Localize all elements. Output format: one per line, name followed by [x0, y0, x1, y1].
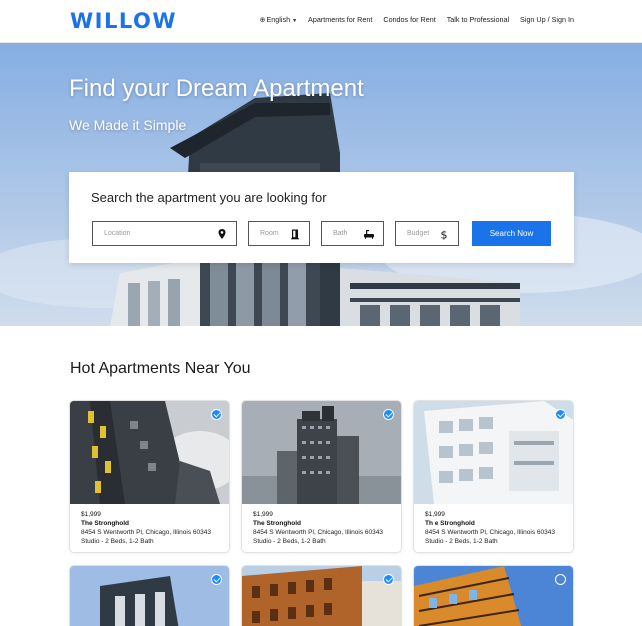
listing-name: The Stronghold [81, 520, 130, 527]
nav-condos-for-rent[interactable]: Condos for Rent [383, 15, 435, 24]
hero-banner: Find your Dream Apartment We Made it Sim… [0, 43, 642, 326]
listing-photo [242, 566, 401, 626]
listing-details: Studio - 2 Beds, 1-2 Bath [253, 538, 326, 545]
budget-placeholder: Budget [407, 230, 430, 237]
listing-card[interactable] [241, 565, 402, 626]
listing-name: The Stronghold [253, 520, 302, 527]
room-placeholder: Room [260, 230, 279, 237]
verified-icon [383, 409, 394, 420]
bath-placeholder: Bath [333, 230, 348, 237]
listing-price: $1,999 [81, 511, 101, 518]
nav-talk-to-professional[interactable]: Talk to Professional [447, 15, 509, 24]
main-nav: ⊕English ▼ Apartments for Rent Condos for… [260, 15, 574, 24]
listing-address: 8454 S Wentworth Pl, Chicago, Illinois 6… [253, 529, 383, 536]
nav-sign-in[interactable]: Sign Up / Sign In [520, 15, 574, 24]
willow-logo[interactable]: WILLOW [70, 9, 177, 33]
listing-photo [242, 401, 401, 504]
listing-price: $1,999 [425, 511, 445, 518]
budget-input[interactable]: Budget $ [395, 221, 459, 246]
map-pin-icon [218, 229, 226, 239]
location-input[interactable]: Location [92, 221, 237, 246]
room-input[interactable]: Room [248, 221, 310, 246]
verified-icon [211, 574, 222, 585]
search-panel-title: Search the apartment you are looking for [91, 190, 327, 205]
nav-apartments-for-rent[interactable]: Apartments for Rent [308, 15, 372, 24]
language-selector[interactable]: ⊕English ▼ [260, 15, 297, 24]
hero-subtitle: We Made it Simple [69, 117, 187, 133]
verified-icon [211, 409, 222, 420]
top-header: WILLOW ⊕English ▼ Apartments for Rent Con… [0, 0, 642, 43]
door-icon [291, 229, 299, 240]
listing-card[interactable] [413, 565, 574, 626]
listing-card[interactable]: $1,999 Th e Stronghold 8454 S Wentworth … [413, 400, 574, 553]
listing-price: $1,999 [253, 511, 273, 518]
dollar-icon: $ [441, 229, 448, 241]
listing-photo [414, 401, 573, 504]
listing-card[interactable] [69, 565, 230, 626]
listing-address: 8454 S Wentworth Pl, Chicago, Illinois 6… [425, 529, 555, 536]
listing-card[interactable]: $1,999 The Stronghold 8454 S Wentworth P… [69, 400, 230, 553]
listing-address: 8454 S Wentworth Pl, Chicago, Illinois 6… [81, 529, 211, 536]
bath-input[interactable]: Bath [321, 221, 384, 246]
verified-icon [383, 574, 394, 585]
listing-details: Studio - 2 Beds, 1-2 Bath [425, 538, 498, 545]
listing-card[interactable]: $1,999 The Stronghold 8454 S Wentworth P… [241, 400, 402, 553]
search-panel: Search the apartment you are looking for… [69, 172, 574, 263]
chevron-down-icon: ▼ [292, 18, 298, 24]
listing-photo [414, 566, 573, 626]
verified-icon [555, 409, 566, 420]
listing-photo [70, 566, 229, 626]
listing-details: Studio - 2 Beds, 1-2 Bath [81, 538, 154, 545]
verified-outline-icon [555, 574, 566, 585]
location-placeholder: Location [104, 230, 131, 237]
svg-text:$: $ [441, 229, 448, 241]
bathtub-icon [364, 230, 374, 239]
listing-name: Th e Stronghold [425, 520, 475, 527]
language-label: English [266, 15, 291, 24]
search-now-button[interactable]: Search Now [472, 221, 551, 246]
globe-icon: ⊕ [259, 17, 266, 24]
listing-photo [70, 401, 229, 504]
section-title: Hot Apartments Near You [70, 360, 251, 377]
hero-title: Find your Dream Apartment [69, 75, 364, 102]
